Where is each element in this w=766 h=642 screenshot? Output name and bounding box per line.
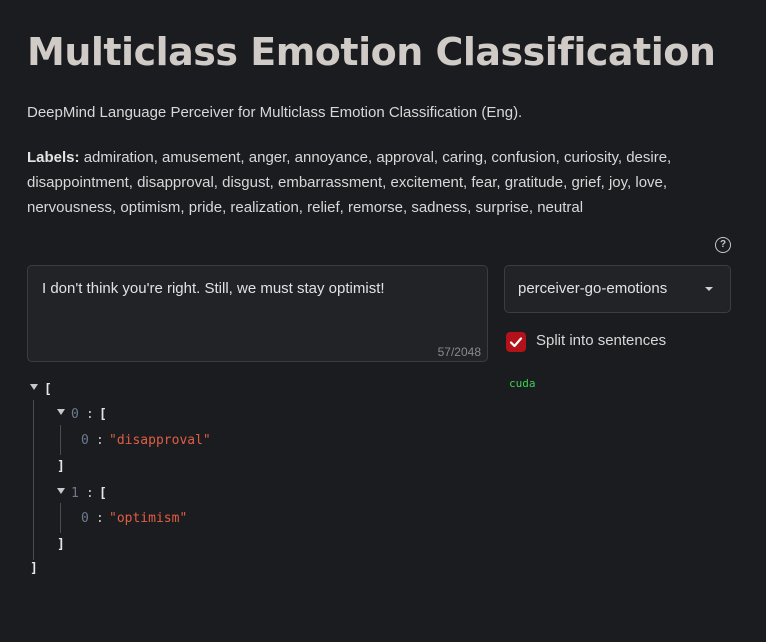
text-input-area[interactable]: I don't think you're right. Still, we mu…: [27, 265, 488, 362]
json-colon: :: [86, 407, 94, 422]
json-open-bracket: [: [99, 486, 107, 501]
triangle-down-icon[interactable]: [30, 384, 38, 390]
page-subtitle: DeepMind Language Perceiver for Multicla…: [27, 104, 523, 121]
chevron-down-icon: [705, 287, 713, 291]
labels-list: admiration, amusement, anger, annoyance,…: [27, 149, 672, 216]
json-colon: :: [96, 433, 104, 448]
json-indent-guide: [33, 400, 34, 560]
json-colon: :: [96, 511, 104, 526]
page-title: Multiclass Emotion Classification: [27, 30, 716, 74]
json-string-value: "optimism": [109, 511, 188, 526]
char-counter: 57/2048: [437, 345, 481, 359]
labels-prefix: Labels:: [27, 149, 80, 166]
app-page: Multiclass Emotion Classification DeepMi…: [0, 0, 766, 642]
json-open-bracket: [: [44, 382, 52, 397]
json-close-bracket: ]: [57, 537, 65, 552]
json-key: 0: [81, 511, 89, 526]
triangle-down-icon[interactable]: [57, 409, 65, 415]
model-select-value: perceiver-go-emotions: [518, 280, 668, 297]
json-indent-guide: [60, 425, 61, 455]
json-string-value: "disapproval": [109, 433, 211, 448]
help-icon[interactable]: ?: [715, 237, 731, 253]
json-key: 0: [81, 433, 89, 448]
split-sentences-label[interactable]: Split into sentences: [536, 332, 666, 349]
json-close-bracket: ]: [57, 459, 65, 474]
check-icon: [509, 337, 523, 348]
text-input-value[interactable]: I don't think you're right. Still, we mu…: [42, 280, 385, 297]
model-select[interactable]: perceiver-go-emotions: [504, 265, 731, 313]
json-close-bracket: ]: [30, 561, 38, 576]
labels-description: Labels: admiration, amusement, anger, an…: [27, 145, 727, 220]
json-indent-guide: [60, 503, 61, 533]
split-sentences-checkbox[interactable]: [506, 332, 526, 352]
json-key: 1: [71, 486, 79, 501]
json-colon: :: [86, 486, 94, 501]
json-key: 0: [71, 407, 79, 422]
device-label: cuda: [509, 377, 536, 390]
triangle-down-icon[interactable]: [57, 488, 65, 494]
json-open-bracket: [: [99, 407, 107, 422]
